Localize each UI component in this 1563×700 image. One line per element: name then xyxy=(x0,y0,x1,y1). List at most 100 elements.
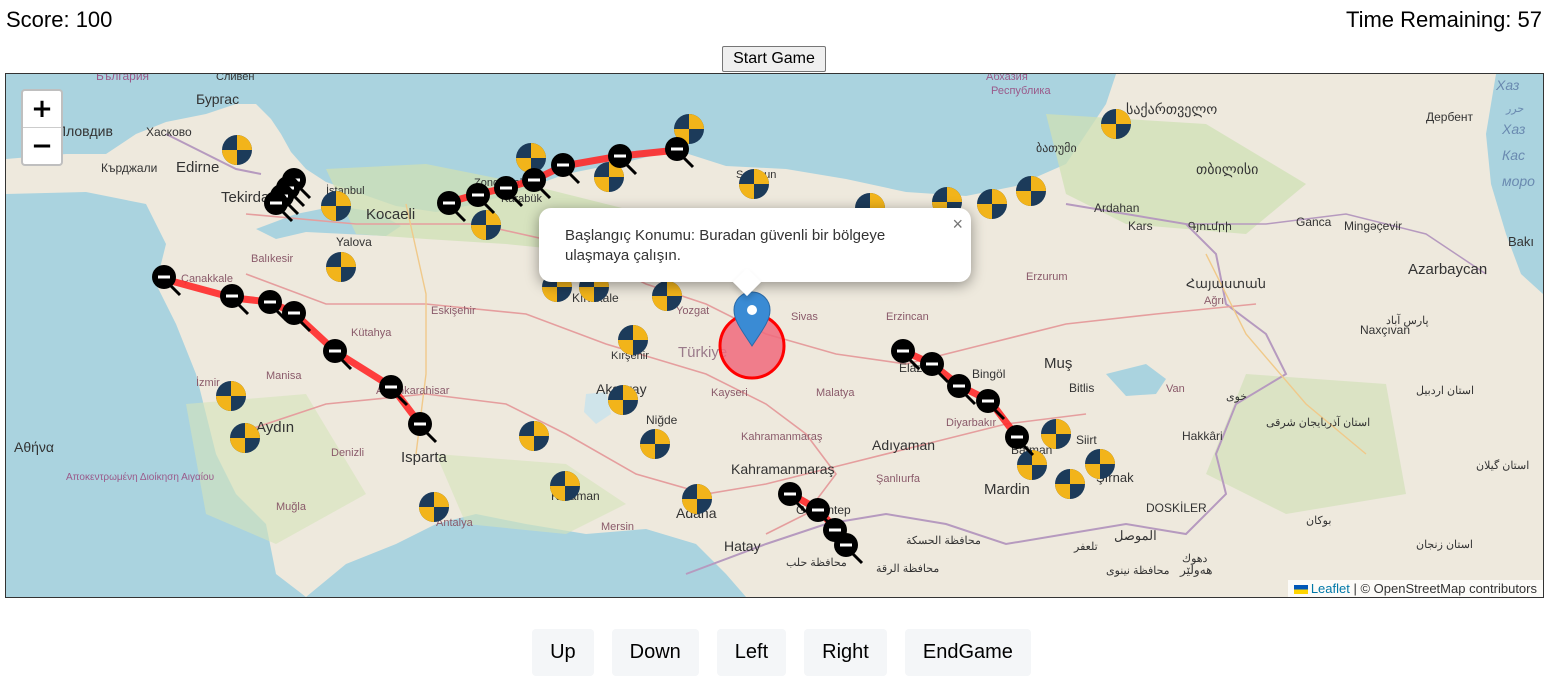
svg-text:Bingöl: Bingöl xyxy=(972,367,1005,381)
safe-zone-icon xyxy=(419,492,449,522)
up-button[interactable]: Up xyxy=(532,629,594,676)
svg-text:Balıkesir: Balıkesir xyxy=(251,253,294,265)
safe-zone-icon xyxy=(652,281,682,311)
zoom-control: + − xyxy=(21,89,63,166)
zoom-in-button[interactable]: + xyxy=(23,91,61,128)
svg-text:Пловдив: Пловдив xyxy=(56,123,113,139)
svg-text:საქართველო: საქართველო xyxy=(1126,101,1217,118)
svg-text:الموصل: الموصل xyxy=(1114,528,1157,544)
game-map[interactable]: Бургас Пловдив Хасково Edirne Кърджали T… xyxy=(5,73,1544,598)
safe-zone-icon xyxy=(1085,449,1115,479)
end-game-button[interactable]: EndGame xyxy=(904,629,1031,676)
svg-text:Hatay: Hatay xyxy=(724,538,761,554)
safe-zone-icon xyxy=(1016,176,1046,206)
left-button[interactable]: Left xyxy=(716,629,787,676)
svg-text:Bakı: Bakı xyxy=(1508,234,1534,249)
svg-text:Kayseri: Kayseri xyxy=(711,387,748,399)
svg-text:Siirt: Siirt xyxy=(1076,433,1097,447)
svg-text:خوی: خوی xyxy=(1226,391,1247,403)
safe-zone-icon xyxy=(1055,469,1085,499)
popup-text: Başlangıç Konumu: Buradan güvenli bir bö… xyxy=(565,227,886,264)
svg-text:Αθήνα: Αθήνα xyxy=(14,439,54,455)
safe-zone-icon xyxy=(1101,109,1131,139)
svg-text:Ganca: Ganca xyxy=(1296,215,1332,229)
svg-text:България: България xyxy=(96,74,149,83)
svg-text:Հայաստան: Հայաստան xyxy=(1186,276,1266,291)
svg-text:Azarbaycan: Azarbaycan xyxy=(1408,261,1487,278)
svg-text:Van: Van xyxy=(1166,383,1185,395)
safe-zone-icon xyxy=(519,421,549,451)
svg-text:Eskişehir: Eskişehir xyxy=(431,305,476,317)
safe-zone-icon xyxy=(608,385,638,415)
zoom-out-button[interactable]: − xyxy=(23,128,61,164)
safe-zone-icon xyxy=(682,484,712,514)
svg-text:Kahramanmaraş: Kahramanmaraş xyxy=(741,431,823,443)
svg-text:Şanlıurfa: Şanlıurfa xyxy=(876,473,921,485)
right-button[interactable]: Right xyxy=(804,629,887,676)
svg-text:Αποκεντρωμένη Διοίκηση Αιγαίου: Αποκεντρωμένη Διοίκηση Αιγαίου xyxy=(66,471,214,483)
svg-text:Yalova: Yalova xyxy=(336,235,372,249)
svg-text:Muğla: Muğla xyxy=(276,501,307,513)
svg-text:Գյումրի: Գյումրի xyxy=(1188,221,1232,233)
svg-text:Denizli: Denizli xyxy=(331,447,364,459)
score-display: Score: 100 xyxy=(6,7,113,32)
svg-text:Кас: Кас xyxy=(1502,147,1525,163)
svg-text:Хаз: Хаз xyxy=(1495,77,1520,93)
svg-text:Хаз: Хаз xyxy=(1501,121,1526,137)
svg-text:Ağrı: Ağrı xyxy=(1204,295,1224,307)
svg-text:Mardin: Mardin xyxy=(984,481,1030,498)
svg-text:Erzurum: Erzurum xyxy=(1026,271,1068,283)
svg-text:Isparta: Isparta xyxy=(401,449,448,466)
safe-zone-icon xyxy=(471,210,501,240)
svg-text:استان اردبیل: استان اردبیل xyxy=(1416,385,1474,397)
safe-zone-icon xyxy=(321,191,351,221)
svg-text:Дербент: Дербент xyxy=(1426,110,1474,124)
svg-text:Mersin: Mersin xyxy=(601,521,634,533)
svg-text:Bitlis: Bitlis xyxy=(1069,381,1094,395)
safe-zone-icon xyxy=(640,429,670,459)
svg-text:Erzincan: Erzincan xyxy=(886,311,929,323)
svg-text:İzmir: İzmir xyxy=(196,376,220,389)
popup-close-button[interactable]: × xyxy=(952,214,963,235)
svg-text:Diyarbakır: Diyarbakır xyxy=(946,417,996,429)
safe-zone-icon xyxy=(216,381,246,411)
map-attribution: Leaflet | © OpenStreetMap contributors xyxy=(1287,580,1543,597)
svg-text:Mingəçevir: Mingəçevir xyxy=(1344,219,1402,233)
svg-text:محافظة الرقة: محافظة الرقة xyxy=(876,563,939,575)
svg-text:حرر: حرر xyxy=(1505,103,1524,115)
down-button[interactable]: Down xyxy=(611,629,699,676)
map-tiles: Бургас Пловдив Хасково Edirne Кърджали T… xyxy=(6,74,1543,597)
svg-text:თბილისი: თბილისი xyxy=(1196,161,1258,178)
svg-text:استان آذربایجان شرقی: استان آذربایجان شرقی xyxy=(1266,416,1370,429)
svg-text:моро: моро xyxy=(1502,173,1535,189)
start-game-button[interactable]: Start Game xyxy=(722,46,826,72)
svg-text:Хасково: Хасково xyxy=(146,125,192,139)
svg-text:Kütahya: Kütahya xyxy=(351,327,392,339)
safe-zone-icon xyxy=(1041,419,1071,449)
svg-text:ბათუმი: ბათუმი xyxy=(1036,141,1077,155)
svg-text:Kars: Kars xyxy=(1128,219,1153,233)
svg-text:Yozgat: Yozgat xyxy=(676,305,709,317)
safe-zone-icon xyxy=(230,423,260,453)
svg-text:Niğde: Niğde xyxy=(646,413,678,427)
safe-zone-icon xyxy=(618,325,648,355)
time-remaining: Time Remaining: 57 xyxy=(1345,7,1542,32)
start-location-popup: Başlangıç Konumu: Buradan güvenli bir bö… xyxy=(539,208,971,297)
svg-text:Hakkâri: Hakkâri xyxy=(1182,429,1223,443)
svg-text:Ardahan: Ardahan xyxy=(1094,201,1139,215)
leaflet-link[interactable]: Leaflet xyxy=(1311,581,1350,596)
ukraine-flag-icon xyxy=(1293,585,1308,595)
svg-text:Sivas: Sivas xyxy=(791,311,818,323)
svg-text:Aydın: Aydın xyxy=(256,419,294,436)
svg-text:Сливен: Сливен xyxy=(216,74,254,83)
svg-text:بوکان: بوکان xyxy=(1306,515,1331,527)
svg-text:محافظة حلب: محافظة حلب xyxy=(786,557,847,569)
svg-text:Malatya: Malatya xyxy=(816,387,855,399)
svg-text:Кърджали: Кърджали xyxy=(101,161,157,175)
movement-controls: Up Down Left Right EndGame xyxy=(0,629,1563,676)
svg-text:Республика: Республика xyxy=(991,85,1051,97)
svg-text:DOSKİLER: DOSKİLER xyxy=(1146,501,1207,515)
svg-text:استان گیلان: استان گیلان xyxy=(1476,459,1529,472)
svg-text:Adıyaman: Adıyaman xyxy=(872,437,935,453)
svg-text:Бургас: Бургас xyxy=(196,91,239,107)
